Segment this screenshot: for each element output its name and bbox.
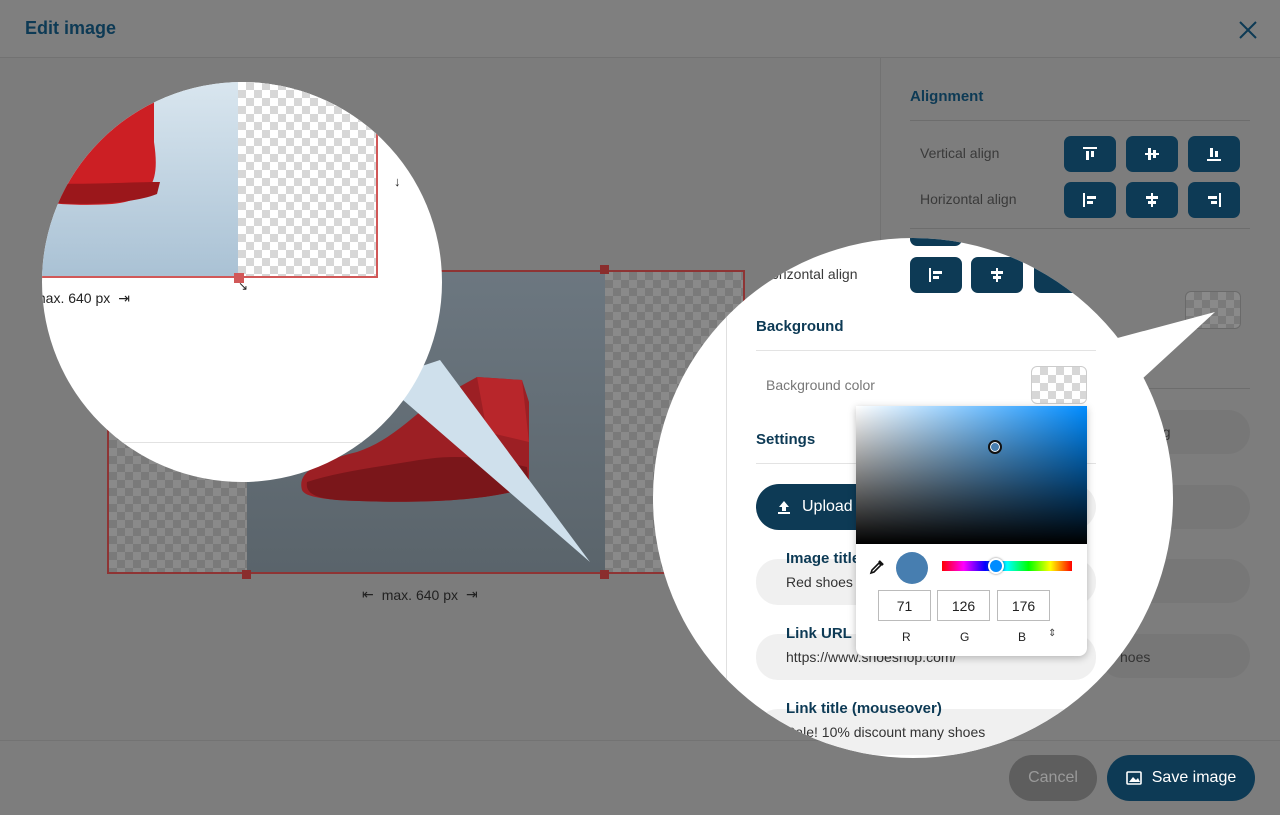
arrow-down-icon: ↓ xyxy=(394,174,401,189)
align-button-partial xyxy=(910,238,962,246)
max-width-label: max. 640 px xyxy=(42,290,111,306)
divider xyxy=(42,442,442,443)
magnifier-left: ↘ max. 640 px ⇥ ↓ xyxy=(42,82,442,482)
blue-input[interactable]: 176 xyxy=(997,590,1050,621)
align-left-button[interactable] xyxy=(910,257,962,293)
magnified-frame xyxy=(42,82,378,278)
saturation-cursor[interactable] xyxy=(988,440,1002,454)
upload-label: Upload xyxy=(802,498,853,515)
green-input[interactable]: 126 xyxy=(937,590,990,621)
color-preview-swatch xyxy=(896,552,928,584)
upload-icon xyxy=(778,501,790,514)
link-title-value: Sale! 10% discount many shoes xyxy=(786,724,986,740)
color-picker: 71 126 176 R G B ⇕ xyxy=(856,406,1087,656)
align-center-button[interactable] xyxy=(971,257,1023,293)
format-toggle-icon[interactable]: ⇕ xyxy=(1048,628,1056,639)
red-label: R xyxy=(902,630,911,644)
green-label: G xyxy=(960,630,970,644)
resize-cursor-icon: ↘ xyxy=(238,279,249,293)
blue-label: B xyxy=(1018,630,1027,644)
hue-slider[interactable] xyxy=(942,561,1072,571)
align-center-icon xyxy=(991,268,1003,282)
divider xyxy=(756,350,1096,351)
align-right-button[interactable] xyxy=(1034,257,1086,293)
hue-slider-thumb[interactable] xyxy=(988,558,1004,574)
arrow-right-icon: ⇥ xyxy=(118,290,130,306)
callout-wedge-left xyxy=(380,360,590,562)
settings-heading: Settings xyxy=(756,431,816,448)
saturation-area[interactable] xyxy=(856,406,1087,544)
background-color-swatch[interactable] xyxy=(1031,366,1087,404)
link-title-label: Link title (mouseover) xyxy=(786,700,942,717)
eyedropper-icon[interactable] xyxy=(868,558,886,581)
image-title-value: Red shoes xyxy=(786,574,853,590)
link-url-label: Link URL xyxy=(786,625,852,642)
background-color-label: Background color xyxy=(766,377,875,393)
magnified-max-width: max. 640 px ⇥ xyxy=(42,290,130,307)
image-title-label: Image title xyxy=(786,550,861,567)
magnifier-right: Horizontal align Background Background c… xyxy=(653,238,1173,758)
align-left-icon xyxy=(929,268,942,282)
red-input[interactable]: 71 xyxy=(878,590,931,621)
background-heading: Background xyxy=(756,318,844,335)
horizontal-align-label: Horizontal align xyxy=(761,266,858,282)
sidebar-border xyxy=(726,238,727,758)
